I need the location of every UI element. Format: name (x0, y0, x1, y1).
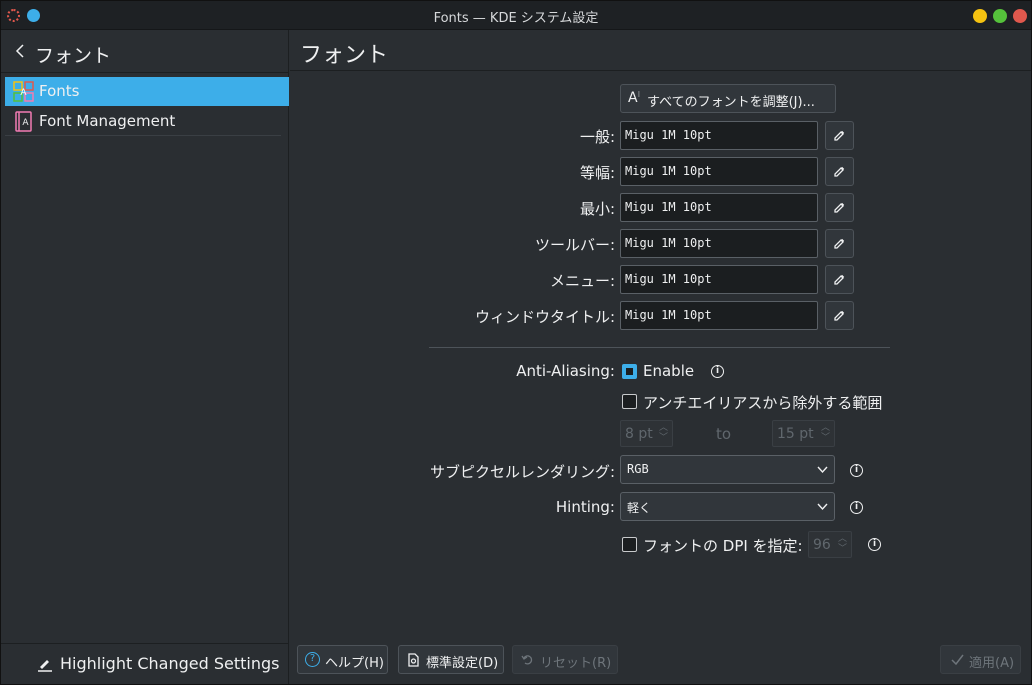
help-icon: ? (305, 652, 320, 667)
adjust-all-fonts-label: すべてのフォントを調整(J)... (647, 95, 815, 110)
sidebar-item-label: Fonts (39, 82, 80, 100)
exclude-to-spinbox[interactable]: 15 pt ︿ ﹀ (772, 420, 835, 447)
undo-icon (521, 655, 533, 665)
sidebar: フォント A Fonts A Font Management Highlight… (1, 30, 289, 684)
force-dpi-label: フォントの DPI を指定: (643, 537, 803, 555)
maximize-button[interactable] (993, 9, 1007, 23)
sidebar-header[interactable]: フォント (1, 30, 289, 73)
small-font-label: 最小: (579, 200, 615, 218)
defaults-label: 標準設定(D) (426, 656, 499, 671)
hinting-label: Hinting: (555, 498, 615, 516)
chevron-down-icon (817, 466, 828, 474)
chevron-down-icon (817, 503, 828, 511)
fixed-font-field[interactable]: Migu 1M 10pt (620, 157, 818, 186)
pencil-icon (834, 130, 845, 141)
apply-label: 適用(A) (969, 656, 1015, 671)
spin-arrows-icon[interactable]: ︿ ﹀ (838, 534, 848, 554)
fonts-icon: A (13, 81, 34, 102)
font-value: Migu 1M 10pt (625, 164, 712, 178)
dpi-spinbox[interactable]: 96 ︿ ﹀ (808, 531, 852, 558)
document-defaults-icon (408, 653, 419, 667)
sidebar-item-label: Font Management (39, 112, 176, 130)
spin-value: 96 (813, 537, 831, 553)
checkmark-icon (951, 654, 964, 665)
chevron-left-icon[interactable] (15, 43, 27, 59)
info-icon[interactable]: i (868, 538, 881, 551)
main-panel: フォント A⁝ すべてのフォントを調整(J)... 一般: 等幅: 最小: ツー… (290, 30, 1031, 684)
info-icon[interactable]: i (711, 365, 724, 378)
highlighter-icon (37, 656, 53, 672)
toolbar-font-label: ツールバー: (534, 236, 615, 254)
spin-arrows-icon[interactable]: ︿ ﹀ (821, 423, 831, 443)
sidebar-item-fonts[interactable]: A Fonts (5, 77, 289, 106)
font-value: Migu 1M 10pt (625, 236, 712, 250)
exclude-range-label: アンチエイリアスから除外する範囲 (643, 394, 883, 412)
info-icon[interactable]: i (850, 464, 863, 477)
minimize-button[interactable] (973, 9, 987, 23)
help-label: ヘルプ(H) (325, 656, 384, 671)
adjust-all-fonts-button[interactable]: A⁝ すべてのフォントを調整(J)... (620, 84, 836, 113)
svg-text:A: A (22, 118, 29, 128)
force-dpi-checkbox[interactable] (622, 537, 637, 552)
choose-general-font-button[interactable] (825, 121, 854, 150)
exclude-range-checkbox[interactable] (622, 394, 637, 409)
pencil-icon (834, 310, 845, 321)
apply-button[interactable]: 適用(A) (940, 645, 1021, 674)
font-value: Migu 1M 10pt (625, 200, 712, 214)
anti-aliasing-label: Anti-Aliasing: (516, 362, 615, 380)
subpixel-combobox[interactable]: RGB (620, 455, 835, 484)
combo-value: RGB (627, 462, 649, 476)
choose-fixed-font-button[interactable] (825, 157, 854, 186)
window-title: Fonts — KDE システム設定 (433, 11, 599, 26)
choose-small-font-button[interactable] (825, 193, 854, 222)
anti-aliasing-enable-label: Enable (643, 362, 695, 380)
choose-toolbar-font-button[interactable] (825, 229, 854, 258)
font-value: Migu 1M 10pt (625, 308, 712, 322)
font-management-icon: A (13, 111, 34, 132)
fixed-font-label: 等幅: (579, 164, 615, 182)
spin-value: 15 pt (777, 426, 814, 442)
spin-arrows-icon[interactable]: ︿ ﹀ (659, 423, 669, 443)
pencil-icon (834, 274, 845, 285)
help-button[interactable]: ? ヘルプ(H) (297, 645, 388, 674)
reset-label: リセット(R) (540, 656, 612, 671)
toolbar-font-field[interactable]: Migu 1M 10pt (620, 229, 818, 258)
subpixel-label: サブピクセルレンダリング: (429, 463, 615, 481)
small-font-field[interactable]: Migu 1M 10pt (620, 193, 818, 222)
combo-value: 軽く (627, 501, 652, 515)
sidebar-title: フォント (35, 45, 112, 67)
anti-aliasing-checkbox[interactable] (622, 364, 637, 379)
close-button[interactable] (1013, 9, 1027, 23)
title-bar[interactable]: Fonts — KDE システム設定 (1, 1, 1031, 30)
svg-text:A: A (20, 88, 27, 98)
window-title-font-field[interactable]: Migu 1M 10pt (620, 301, 818, 330)
choose-window-title-font-button[interactable] (825, 301, 854, 330)
section-divider (429, 347, 890, 348)
choose-menu-font-button[interactable] (825, 265, 854, 294)
pencil-icon (834, 238, 845, 249)
window-title-font-label: ウィンドウタイトル: (474, 308, 615, 326)
form-labels: 一般: 等幅: 最小: ツールバー: メニュー: ウィンドウタイトル: Anti… (290, 30, 615, 630)
hinting-combobox[interactable]: 軽く (620, 492, 835, 521)
menu-font-label: メニュー: (549, 272, 615, 290)
defaults-button[interactable]: 標準設定(D) (398, 645, 504, 674)
general-font-label: 一般: (579, 128, 615, 146)
pencil-icon (834, 202, 845, 213)
font-value: Migu 1M 10pt (625, 128, 712, 142)
highlight-changed-label: Highlight Changed Settings (60, 654, 280, 673)
menu-font-field[interactable]: Migu 1M 10pt (620, 265, 818, 294)
range-to-label: to (716, 425, 732, 443)
info-icon[interactable]: i (850, 501, 863, 514)
spin-value: 8 pt (625, 426, 653, 442)
settings-window: Fonts — KDE システム設定 フォント A Fonts A Font M… (0, 0, 1032, 685)
general-font-field[interactable]: Migu 1M 10pt (620, 121, 818, 150)
font-value: Migu 1M 10pt (625, 272, 712, 286)
reset-button[interactable]: リセット(R) (512, 645, 618, 674)
sidebar-item-font-management[interactable]: A Font Management (5, 107, 281, 136)
pencil-icon (834, 166, 845, 177)
highlight-changed-button[interactable]: Highlight Changed Settings (1, 643, 289, 684)
exclude-from-spinbox[interactable]: 8 pt ︿ ﹀ (620, 420, 673, 447)
font-adjust-icon: A⁝ (628, 90, 641, 106)
